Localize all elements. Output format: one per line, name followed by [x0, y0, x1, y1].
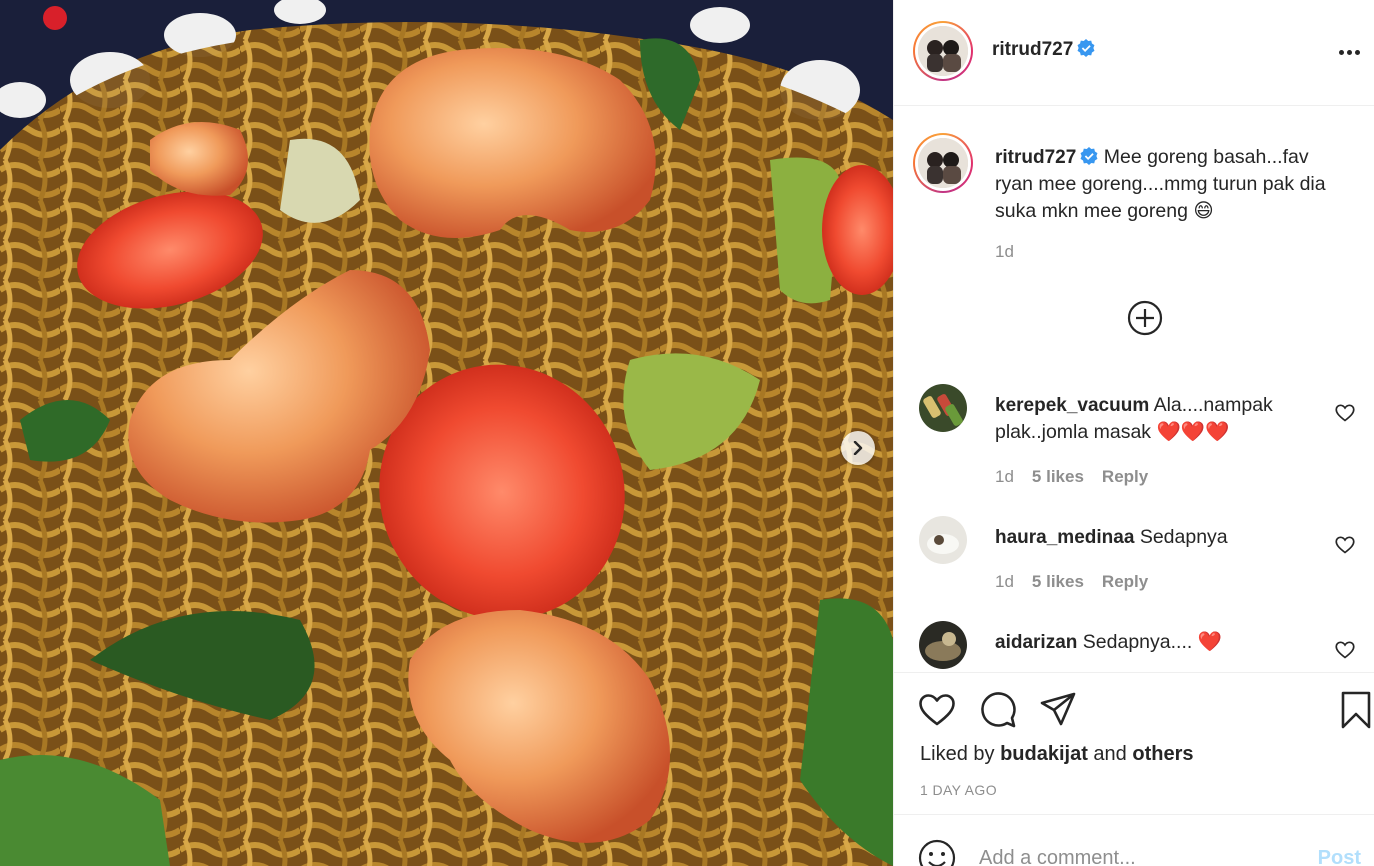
- author-avatar[interactable]: [913, 21, 973, 81]
- reply-button[interactable]: Reply: [1102, 467, 1148, 487]
- avatar-photo: [919, 384, 967, 432]
- chevron-right-icon: [853, 441, 863, 455]
- commenter-avatar[interactable]: [919, 516, 967, 564]
- avatar-photo: [918, 138, 968, 188]
- post-photo[interactable]: [0, 0, 893, 866]
- liked-by-text: Liked by budakijat and others: [920, 743, 1193, 766]
- caption-username[interactable]: ritrud727: [995, 147, 1076, 168]
- paper-plane-icon[interactable]: [1039, 691, 1077, 729]
- comment-username[interactable]: haura_medinaa: [995, 527, 1134, 548]
- post-actions: Liked by budakijat and others 1 DAY AGO: [894, 672, 1374, 814]
- more-dot: [1354, 49, 1360, 55]
- comment-meta: 1d 5 likes Reply: [995, 572, 1148, 592]
- author-username-text[interactable]: ritrud727: [992, 39, 1073, 60]
- liked-by-others[interactable]: others: [1132, 743, 1193, 765]
- liked-by-prefix: Liked by: [920, 743, 995, 765]
- grinning-emoji: 😄: [1193, 200, 1214, 222]
- plus-circle-icon[interactable]: [1127, 300, 1163, 336]
- verified-badge-icon: [1080, 147, 1098, 165]
- comment-text: kerepek_vacuum Ala....nampak plak..jomla…: [995, 392, 1315, 446]
- caption-avatar[interactable]: [913, 133, 973, 193]
- next-photo-button[interactable]: [841, 431, 875, 465]
- liked-by-user[interactable]: budakijat: [1000, 743, 1088, 765]
- comment-likes[interactable]: 5 likes: [1032, 572, 1084, 592]
- commenter-avatar[interactable]: [919, 384, 967, 432]
- add-comment-bar: Post: [894, 814, 1374, 866]
- bookmark-icon[interactable]: [1337, 691, 1374, 729]
- comment-time[interactable]: 1d: [995, 572, 1014, 592]
- heart-icon[interactable]: [1335, 403, 1355, 423]
- liked-by-joiner: and: [1093, 743, 1127, 765]
- post-timestamp[interactable]: 1 DAY AGO: [920, 782, 997, 798]
- more-options-button[interactable]: [1337, 44, 1361, 60]
- comment-text: haura_medinaa Sedapnya: [995, 524, 1315, 551]
- post-header: ritrud727: [894, 0, 1374, 106]
- more-options-icon: [1338, 49, 1344, 55]
- avatar-photo: [919, 621, 967, 669]
- verified-badge-icon: [1077, 39, 1095, 57]
- heart-icon[interactable]: [1335, 640, 1355, 660]
- heart-emojis: ❤️: [1197, 631, 1222, 653]
- comment-username[interactable]: aidarizan: [995, 632, 1077, 653]
- comment-body: Sedapnya: [1139, 526, 1228, 548]
- avatar-photo: [918, 26, 968, 76]
- comment-input[interactable]: [979, 847, 1299, 866]
- heart-icon[interactable]: [918, 691, 956, 729]
- commenter-avatar[interactable]: [919, 621, 967, 669]
- caption-timestamp[interactable]: 1d: [995, 242, 1014, 262]
- caption-text: ritrud727 Mee goreng basah...fav ryan me…: [995, 144, 1345, 225]
- comments-section[interactable]: ritrud727 Mee goreng basah...fav ryan me…: [894, 107, 1374, 672]
- mee-goreng-image: [0, 0, 893, 866]
- comment-body: Sedapnya....: [1082, 631, 1193, 653]
- heart-icon[interactable]: [1335, 535, 1355, 555]
- comment-username[interactable]: kerepek_vacuum: [995, 395, 1149, 416]
- more-dot: [1346, 49, 1352, 55]
- post-details-panel: ritrud727 ritrud727 Mee goreng basah...f…: [893, 0, 1374, 866]
- comment-likes[interactable]: 5 likes: [1032, 467, 1084, 487]
- post-comment-button[interactable]: Post: [1318, 847, 1361, 866]
- reply-button[interactable]: Reply: [1102, 572, 1148, 592]
- author-username[interactable]: ritrud727: [992, 39, 1095, 61]
- avatar-photo: [919, 516, 967, 564]
- comment-time[interactable]: 1d: [995, 467, 1014, 487]
- comment-bubble-icon[interactable]: [979, 691, 1017, 729]
- emoji-icon[interactable]: [918, 839, 956, 866]
- heart-emojis: ❤️❤️❤️: [1156, 421, 1230, 443]
- comment-meta: 1d 5 likes Reply: [995, 467, 1148, 487]
- comment-text: aidarizan Sedapnya.... ❤️: [995, 629, 1315, 656]
